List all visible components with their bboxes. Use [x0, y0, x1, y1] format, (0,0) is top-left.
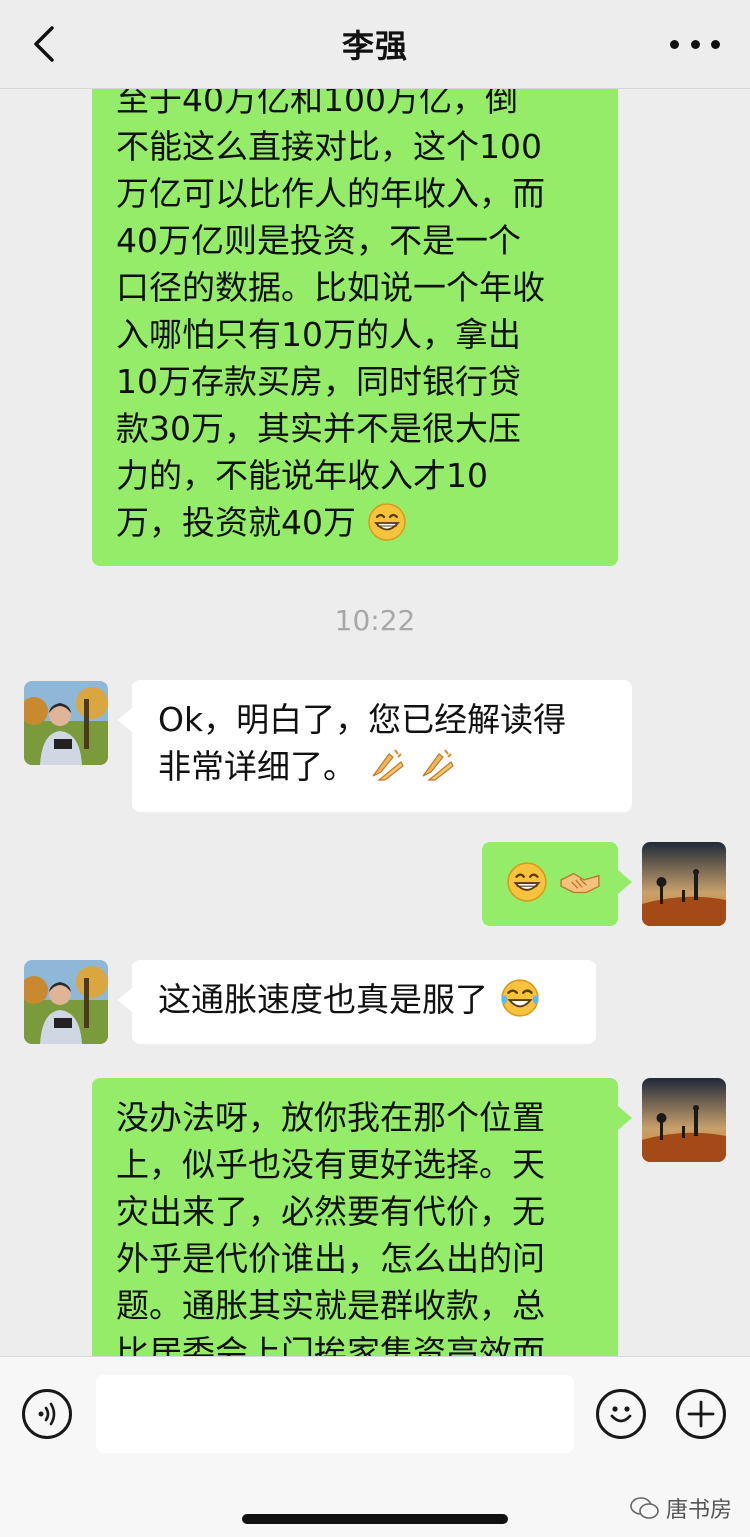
add-button[interactable]	[676, 1389, 726, 1439]
avatar-self[interactable]	[642, 1078, 726, 1162]
chat-header: 李强	[0, 0, 750, 89]
wechat-logo-icon	[630, 1497, 659, 1519]
avatar-self[interactable]	[642, 842, 726, 926]
clap-emoji	[422, 749, 454, 781]
tears-of-joy-emoji	[500, 979, 539, 1017]
grin-emoji	[507, 862, 547, 902]
message-line: 口径的数据。比如说一个年收	[116, 268, 545, 307]
message-line: 非常详细了。	[158, 747, 356, 786]
message-line-last: 非常详细了。	[158, 743, 612, 790]
message-line: 外乎是代价谁出，怎么出的问	[116, 1239, 545, 1278]
message-line: 万亿可以比作人的年收入，而	[116, 174, 545, 213]
handshake-emoji	[559, 872, 600, 894]
message-line: Ok，明白了，您已经解读得	[158, 700, 567, 739]
more-dots-icon[interactable]	[670, 26, 720, 62]
message-line: 万，投资就40万	[116, 503, 356, 542]
message-line: 比居委会上门挨家集资高效而	[116, 1333, 545, 1356]
message-line: 题。通胀其实就是群收款，总	[116, 1286, 545, 1325]
watermark-text: 唐书房	[665, 1498, 732, 1523]
chevron-left-icon	[34, 26, 54, 62]
message-line: 上，似乎也没有更好选择。天	[116, 1145, 545, 1184]
message-bubble-sent[interactable]: 至于40万亿和100万亿，倒 不能这么直接对比，这个100 万亿可以比作人的年收…	[92, 88, 618, 566]
clap-emoji	[372, 749, 404, 781]
message-bubble-sent[interactable]	[482, 842, 632, 926]
message-bubble-sent[interactable]: 没办法呀，放你我在那个位置 上，似乎也没有更好选择。天 灾出来了，必然要有代价，…	[92, 1078, 632, 1356]
back-button[interactable]	[26, 24, 66, 64]
message-line: 入哪怕只有10万的人，拿出	[116, 315, 521, 354]
message-list[interactable]: 至于40万亿和100万亿，倒 不能这么直接对比，这个100 万亿可以比作人的年收…	[0, 88, 750, 1356]
avatar-contact[interactable]	[24, 960, 108, 1044]
message-input[interactable]	[96, 1375, 574, 1453]
emoji-button[interactable]	[596, 1389, 646, 1439]
voice-button[interactable]	[22, 1389, 72, 1439]
message-line: 40万亿则是投资，不是一个	[116, 221, 521, 260]
grin-emoji	[367, 503, 406, 541]
message-line: 没办法呀，放你我在那个位置	[116, 1098, 545, 1137]
avatar-contact[interactable]	[24, 681, 108, 765]
message-line: 力的，不能说年收入才10	[116, 456, 488, 495]
message-bubble-received[interactable]: Ok，明白了，您已经解读得 非常详细了。	[118, 680, 632, 812]
message-line: 款30万，其实并不是很大压	[116, 409, 521, 448]
message-bubble-received[interactable]: 这通胀速度也真是服了	[118, 960, 596, 1044]
home-indicator	[242, 1514, 508, 1524]
message-line-last: 万，投资就40万	[116, 499, 598, 546]
message-line: 至于40万亿和100万亿，倒	[116, 88, 518, 119]
smiley-icon	[610, 1406, 632, 1423]
watermark: 唐书房	[630, 1492, 732, 1524]
message-line: 灾出来了，必然要有代价，无	[116, 1192, 545, 1231]
message-line: 这通胀速度也真是服了	[158, 980, 488, 1019]
message-line: 10万存款买房，同时银行贷	[116, 362, 521, 401]
timestamp: 10:22	[334, 604, 416, 637]
plus-icon	[687, 1400, 715, 1428]
message-line: 不能这么直接对比，这个100	[116, 127, 542, 166]
voice-icon	[38, 1402, 56, 1426]
chat-title: 李强	[341, 27, 408, 65]
